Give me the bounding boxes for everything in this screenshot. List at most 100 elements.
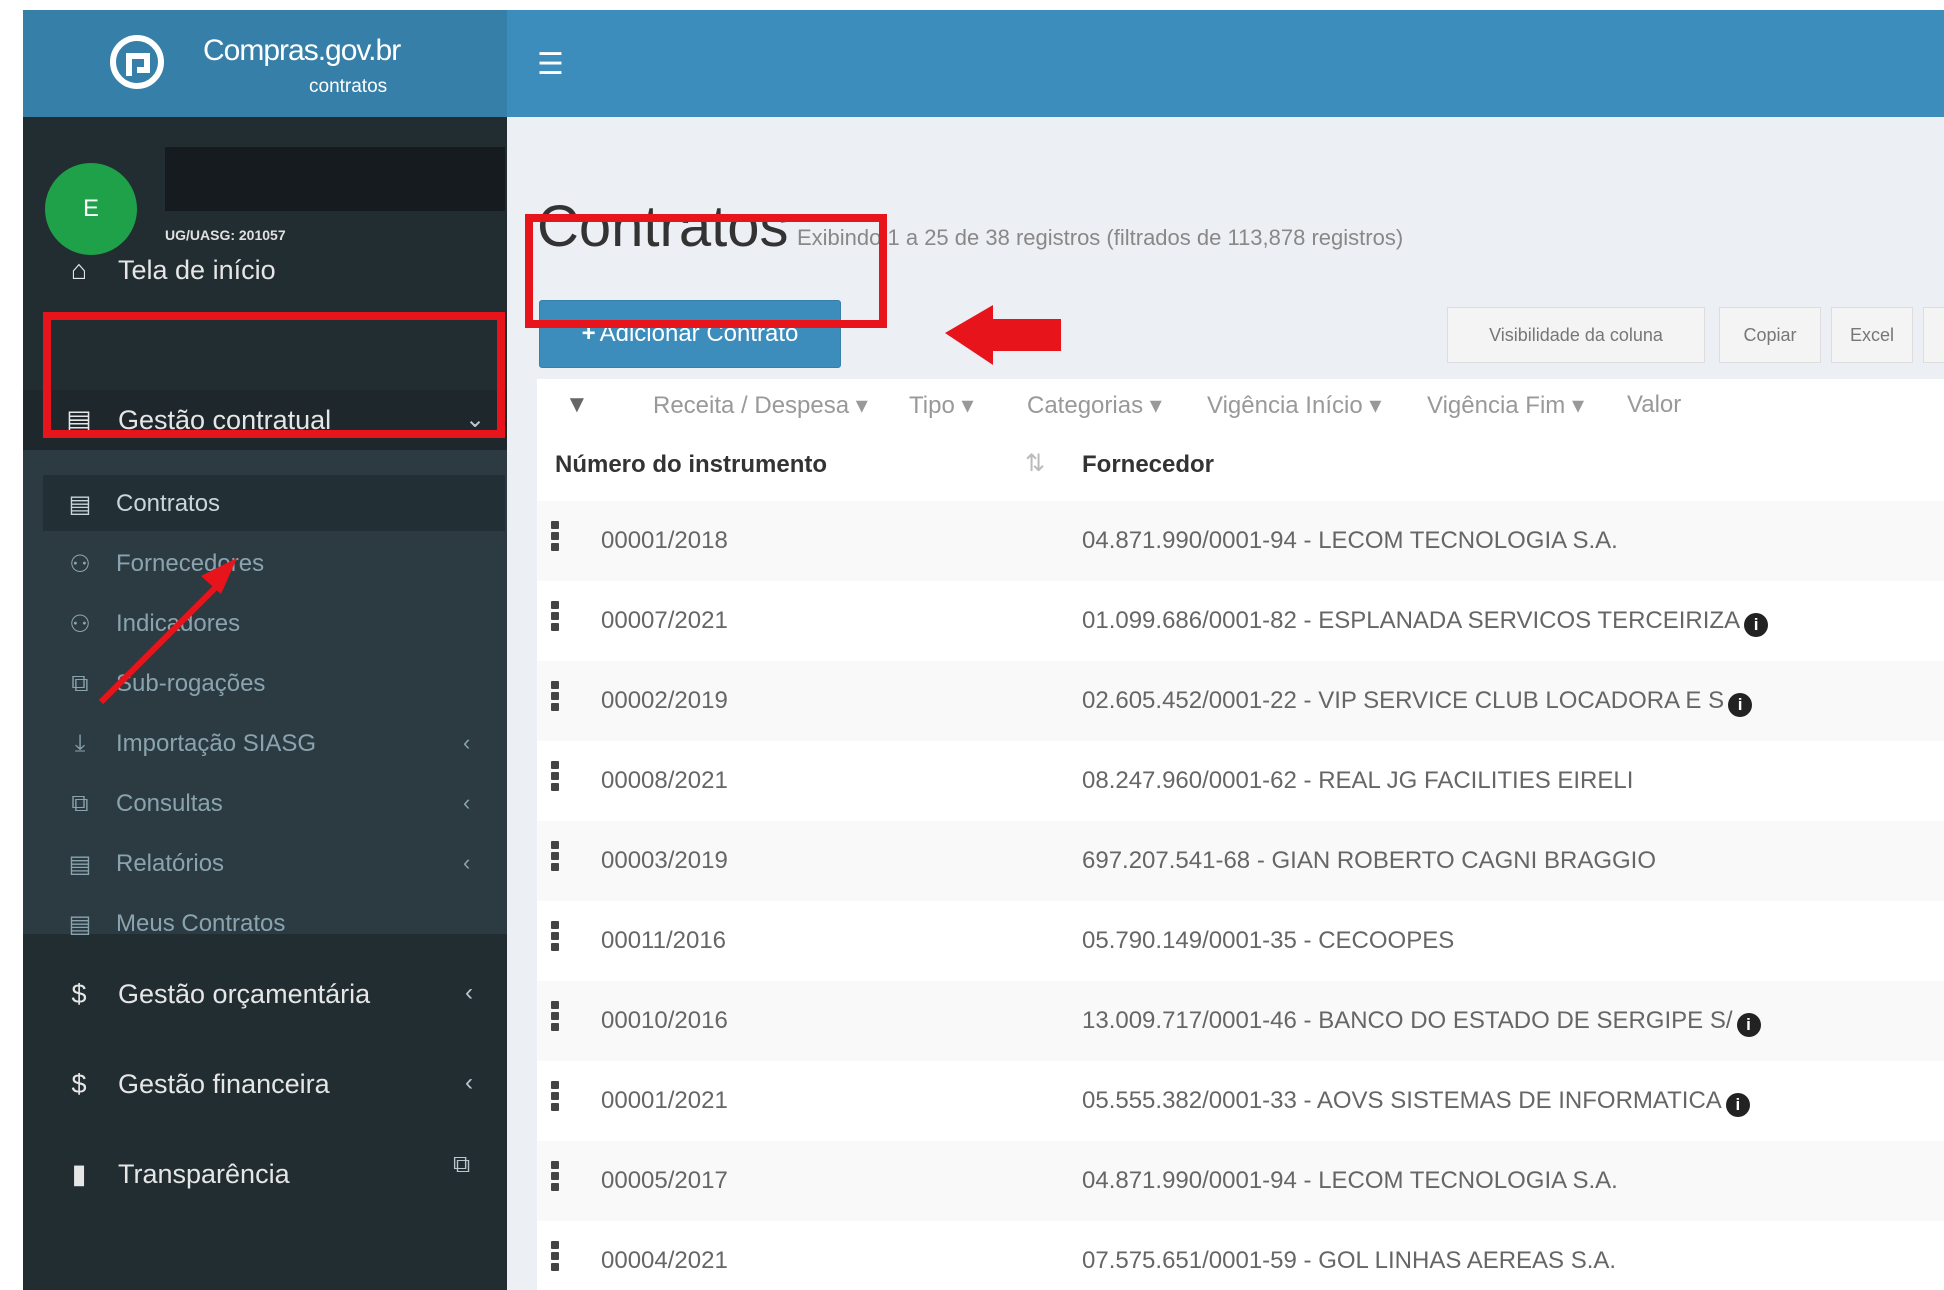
chevron-left-icon: ‹: [465, 1069, 473, 1096]
table-row[interactable]: 00001/2018 04.871.990/0001-94 - LECOM TEC…: [537, 501, 1944, 581]
chevron-left-icon: ‹: [463, 790, 471, 815]
filter-receita-despesa[interactable]: Receita / Despesa ▾: [653, 391, 868, 420]
row-actions-icon[interactable]: [551, 1081, 559, 1117]
column-header-fornecedor[interactable]: Fornecedor: [1082, 451, 1214, 479]
sidebar-subitem-label: Sub-rogações: [116, 670, 266, 697]
column-header-numero[interactable]: Número do instrumento: [555, 451, 827, 479]
sidebar-subitem-label: Meus Contratos: [116, 910, 286, 937]
filter-label: Tipo: [909, 392, 955, 419]
excel-button[interactable]: Excel: [1831, 307, 1913, 363]
filter-icon[interactable]: ▼: [565, 391, 589, 419]
cell-numero: 00010/2016: [601, 1007, 728, 1034]
info-icon[interactable]: i: [1744, 613, 1769, 637]
dollar-icon: $: [71, 979, 87, 1009]
sidebar-subitem-label: Indicadores: [116, 610, 241, 637]
cell-fornecedor: 01.099.686/0001-82 - ESPLANADA SERVICOS …: [1082, 607, 1769, 637]
column-visibility-label: Visibilidade da coluna: [1489, 324, 1663, 345]
brand-sub: contratos: [309, 76, 388, 97]
cell-fornecedor: 697.207.541-68 - GIAN ROBERTO CAGNI BRAG…: [1082, 847, 1656, 875]
table-row[interactable]: 00010/2016 13.009.717/0001-46 - BANCO DO …: [537, 981, 1944, 1061]
submenu-active-bg: [43, 475, 505, 531]
annotation-highlight-sidebar: [43, 312, 505, 438]
cell-numero: 00004/2021: [601, 1247, 728, 1274]
filter-vigencia-fim[interactable]: Vigência Fim ▾: [1427, 391, 1584, 420]
row-actions-icon[interactable]: [551, 1241, 559, 1277]
copy-icon: ⧉: [71, 790, 89, 817]
page-subtitle: Exibindo 1 a 25 de 38 registros (filtrad…: [797, 225, 1404, 250]
sidebar-item-label: Gestão orçamentária: [118, 979, 371, 1009]
sidebar-subitem-label: Consultas: [116, 790, 223, 817]
filter-label: Vigência Início: [1207, 392, 1363, 419]
filter-categorias[interactable]: Categorias ▾: [1027, 391, 1162, 420]
row-actions-icon[interactable]: [551, 681, 559, 717]
cell-fornecedor: 05.790.149/0001-35 - CECOOPES: [1082, 927, 1454, 955]
cell-fornecedor: 07.575.651/0001-59 - GOL LINHAS AEREAS S…: [1082, 1247, 1616, 1275]
filter-tipo[interactable]: Tipo ▾: [909, 391, 974, 420]
document-icon: ▤: [68, 911, 92, 938]
row-actions-icon[interactable]: [551, 841, 559, 877]
table-row[interactable]: 00004/2021 07.575.651/0001-59 - GOL LINHA…: [537, 1221, 1944, 1290]
dollar-icon: $: [71, 1069, 87, 1099]
row-actions-icon[interactable]: [551, 521, 559, 557]
fornecedor-text: 08.247.960/0001-62 - REAL JG FACILITIES …: [1082, 767, 1634, 794]
sidebar-item-label: Tela de início: [118, 255, 276, 285]
table-row[interactable]: 00005/2017 04.871.990/0001-94 - LECOM TEC…: [537, 1141, 1944, 1221]
fornecedor-text: 04.871.990/0001-94 - LECOM TECNOLOGIA S.…: [1082, 1167, 1618, 1194]
document-icon: ▤: [68, 851, 92, 878]
sidebar-subitem-label: Relatórios: [116, 850, 225, 877]
filter-label: Categorias: [1027, 392, 1144, 419]
cell-numero: 00001/2018: [601, 527, 728, 554]
table-row[interactable]: 00008/2021 08.247.960/0001-62 - REAL JG F…: [537, 741, 1944, 821]
copy-button[interactable]: Copiar: [1719, 307, 1821, 363]
table-row[interactable]: 00007/2021 01.099.686/0001-82 - ESPLANADA…: [537, 581, 1944, 661]
external-link-icon: ⧉: [453, 1151, 471, 1178]
table-header: Número do instrumento ⇅ Fornecedor: [537, 429, 1944, 503]
row-actions-icon[interactable]: [551, 761, 559, 797]
brand-name: Compras.gov.br: [203, 34, 401, 67]
filter-valor[interactable]: Valor: [1627, 391, 1681, 419]
sidebar-item-label: Transparência: [118, 1159, 290, 1189]
user-name-redacted: [165, 147, 505, 211]
fornecedor-text: 01.099.686/0001-82 - ESPLANADA SERVICOS …: [1082, 607, 1741, 634]
row-actions-icon[interactable]: [551, 921, 559, 957]
more-toolbar-button[interactable]: [1923, 307, 1944, 363]
column-visibility-button[interactable]: Visibilidade da coluna: [1447, 307, 1705, 363]
cell-fornecedor: 04.871.990/0001-94 - LECOM TECNOLOGIA S.…: [1082, 527, 1618, 555]
top-navbar: ☰: [507, 10, 1944, 117]
fornecedor-text: 13.009.717/0001-46 - BANCO DO ESTADO DE …: [1082, 1007, 1733, 1034]
document-icon: ▤: [68, 491, 92, 518]
row-actions-icon[interactable]: [551, 1001, 559, 1037]
sort-icon[interactable]: ⇅: [1025, 449, 1045, 478]
chevron-left-icon: ‹: [463, 850, 471, 875]
download-icon: ⤓: [74, 730, 86, 757]
table-row[interactable]: 00001/2021 05.555.382/0001-33 - AOVS SIST…: [537, 1061, 1944, 1141]
copy-label: Copiar: [1743, 324, 1797, 345]
brand-logo[interactable]: Compras.gov.br contratos: [23, 10, 507, 117]
annotation-highlight-add-button: [525, 214, 887, 328]
users-icon: ⚇: [69, 551, 91, 578]
chevron-left-icon: ‹: [463, 730, 471, 755]
users-icon: ⚇: [69, 611, 91, 638]
cell-fornecedor: 05.555.382/0001-33 - AOVS SISTEMAS DE IN…: [1082, 1087, 1750, 1117]
filter-vigencia-inicio[interactable]: Vigência Início ▾: [1207, 391, 1381, 420]
sidebar-item-label: Gestão financeira: [118, 1069, 330, 1099]
home-icon: ⌂: [70, 255, 88, 285]
cell-fornecedor: 04.871.990/0001-94 - LECOM TECNOLOGIA S.…: [1082, 1167, 1618, 1195]
row-actions-icon[interactable]: [551, 601, 559, 637]
cell-fornecedor: 02.605.452/0001-22 - VIP SERVICE CLUB LO…: [1082, 687, 1753, 717]
info-icon[interactable]: i: [1725, 1093, 1750, 1117]
table-row[interactable]: 00011/2016 05.790.149/0001-35 - CECOOPES: [537, 901, 1944, 981]
info-icon[interactable]: i: [1728, 693, 1753, 717]
row-actions-icon[interactable]: [551, 1161, 559, 1197]
table-row[interactable]: 00003/2019 697.207.541-68 - GIAN ROBERTO …: [537, 821, 1944, 901]
sidebar-subitem-label: Importação SIASG: [116, 730, 317, 757]
chevron-left-icon: ‹: [465, 979, 473, 1006]
table-row[interactable]: 00002/2019 02.605.452/0001-22 - VIP SERVI…: [537, 661, 1944, 741]
menu-toggle-icon[interactable]: ☰: [537, 50, 564, 80]
info-icon[interactable]: i: [1736, 1013, 1761, 1037]
fornecedor-text: 02.605.452/0001-22 - VIP SERVICE CLUB LO…: [1082, 687, 1725, 714]
fornecedor-text: 07.575.651/0001-59 - GOL LINHAS AEREAS S…: [1082, 1247, 1617, 1274]
cell-fornecedor: 13.009.717/0001-46 - BANCO DO ESTADO DE …: [1082, 1007, 1761, 1037]
fornecedor-text: 05.555.382/0001-33 - AOVS SISTEMAS DE IN…: [1082, 1087, 1722, 1114]
logo-icon: [110, 35, 164, 89]
